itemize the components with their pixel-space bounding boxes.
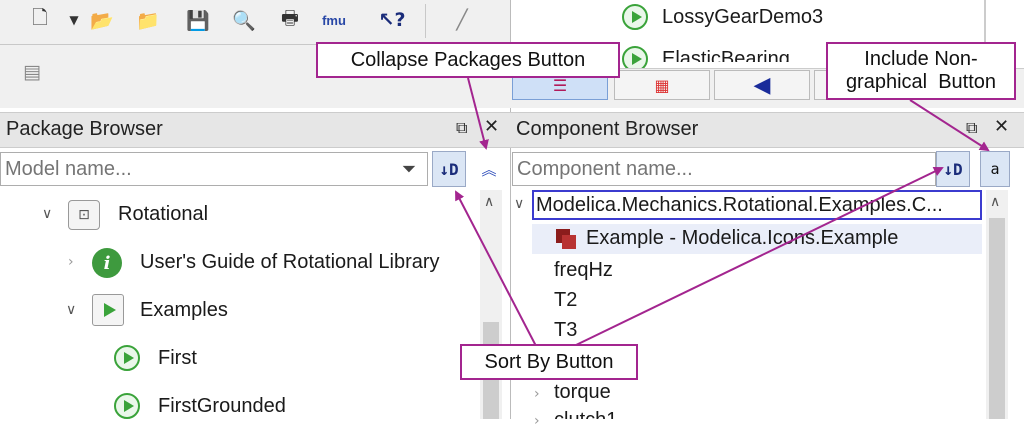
include-nongraphical-callout: Include Non- graphical Button — [826, 42, 1016, 100]
sort-callout-text: Sort By Button — [484, 350, 614, 373]
sort-callout-arrow-right — [573, 166, 944, 347]
collapse-packages-callout: Collapse Packages Button — [316, 42, 620, 78]
include-callout-line1: Include Non- — [864, 48, 978, 70]
sort-by-callout: Sort By Button — [460, 344, 638, 380]
collapse-callout-text: Collapse Packages Button — [350, 48, 586, 71]
include-callout-line2: graphical Button — [845, 71, 997, 93]
sort-callout-arrow-left — [455, 190, 537, 347]
collapse-callout-arrow — [467, 77, 489, 150]
include-callout-arrow — [909, 99, 990, 152]
